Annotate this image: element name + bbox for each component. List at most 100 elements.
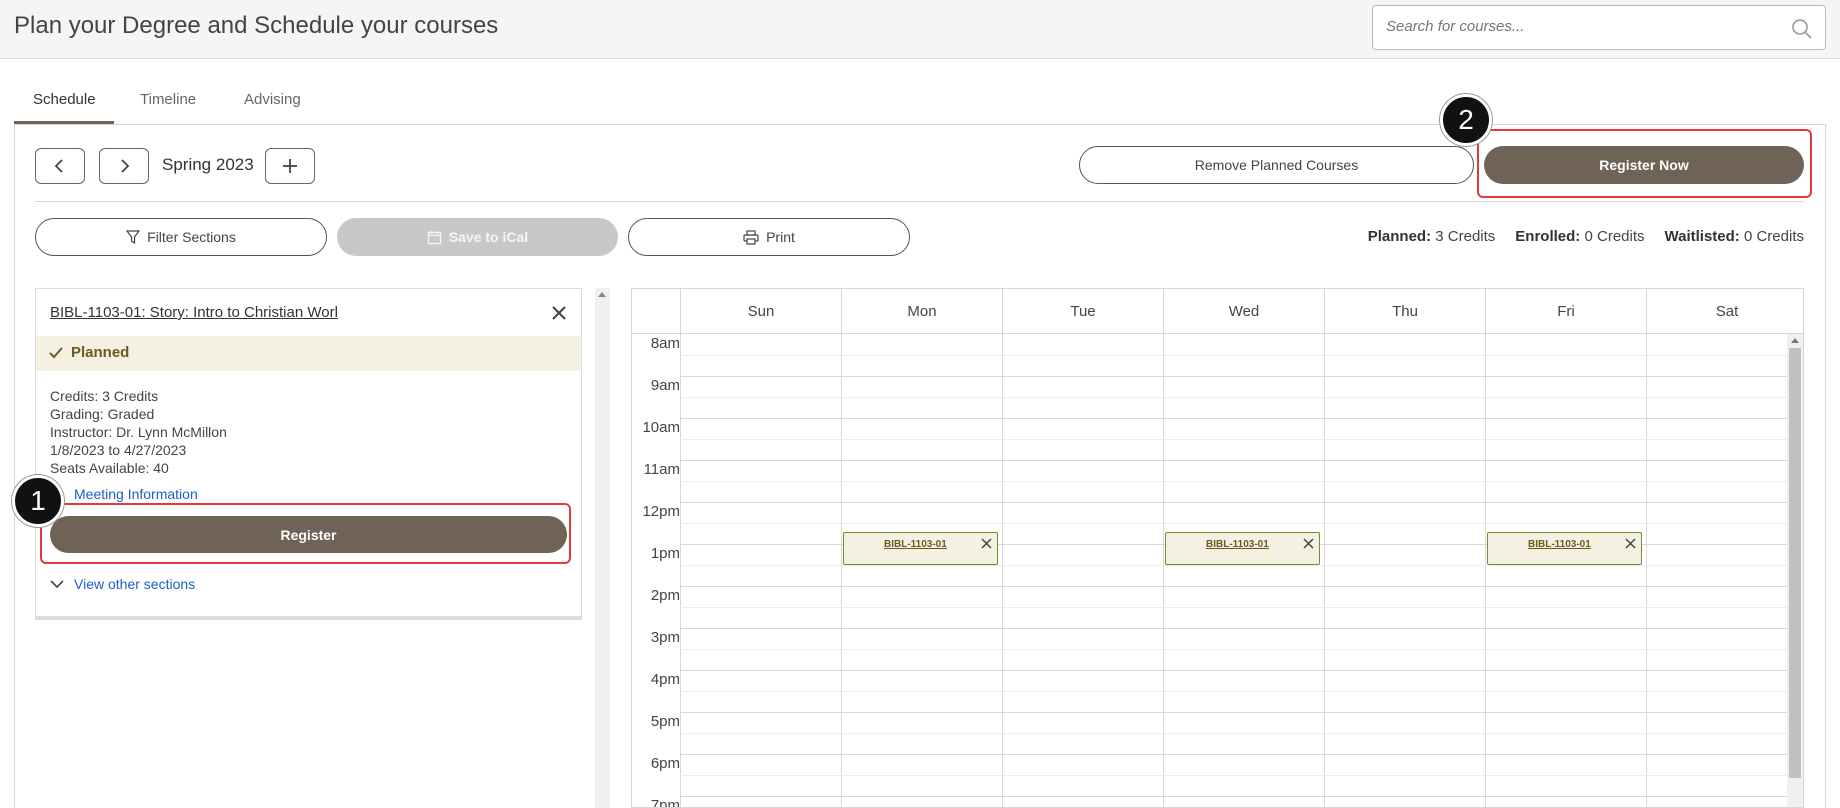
day-column-divider (1485, 334, 1486, 807)
day-column-divider (1002, 334, 1003, 807)
remove-event-icon[interactable] (981, 538, 992, 549)
hour-gridline (680, 418, 1787, 419)
callout-badge-1: 1 (12, 475, 64, 527)
event-course-link[interactable]: BIBL-1103-01 (884, 539, 947, 550)
register-now-button[interactable]: Register Now (1484, 146, 1804, 184)
half-hour-gridline (680, 691, 1787, 692)
time-label: 10am (642, 419, 680, 436)
tab-timeline[interactable]: Timeline (140, 84, 196, 124)
dates-detail: 1/8/2023 to 4/27/2023 (50, 442, 187, 458)
term-label: Spring 2023 (162, 155, 254, 174)
close-icon[interactable] (549, 303, 569, 323)
toolbar-divider (35, 201, 1804, 202)
page-title: Plan your Degree and Schedule your cours… (14, 12, 499, 39)
calendar-header: Sun Mon Tue Wed Thu Fri Sat (632, 289, 1803, 334)
add-term-button[interactable] (265, 148, 315, 184)
course-card: BIBL-1103-01: Story: Intro to Christian … (35, 288, 582, 620)
course-title-link[interactable]: BIBL-1103-01: Story: Intro to Christian … (50, 304, 338, 321)
half-hour-gridline (680, 439, 1787, 440)
scroll-up-icon[interactable] (598, 292, 606, 297)
time-label: 6pm (650, 755, 680, 772)
save-to-ical-button[interactable]: Save to iCal (337, 218, 618, 256)
chevron-down-icon[interactable] (50, 579, 64, 589)
time-label: 7pm (650, 797, 680, 808)
half-hour-gridline (680, 649, 1787, 650)
search-box[interactable] (1372, 5, 1826, 50)
remove-planned-courses-button[interactable]: Remove Planned Courses (1079, 146, 1474, 184)
hour-gridline (680, 502, 1787, 503)
hour-gridline (680, 460, 1787, 461)
hour-gridline (680, 376, 1787, 377)
day-column-divider (1646, 334, 1647, 807)
scroll-up-icon[interactable] (1791, 338, 1799, 343)
day-column-divider (1324, 334, 1325, 807)
search-input[interactable] (1386, 18, 1766, 35)
hour-gridline (680, 586, 1787, 587)
sidebar-scrollbar[interactable] (595, 288, 610, 808)
day-header-sun: Sun (680, 289, 841, 334)
time-label: 3pm (650, 629, 680, 646)
remove-event-icon[interactable] (1303, 538, 1314, 549)
day-header-mon: Mon (841, 289, 1002, 334)
tab-schedule[interactable]: Schedule (14, 84, 114, 124)
time-label: 5pm (650, 713, 680, 730)
filter-sections-button[interactable]: Filter Sections (35, 218, 327, 256)
search-icon[interactable] (1791, 18, 1813, 40)
half-hour-gridline (680, 733, 1787, 734)
calendar-event[interactable]: BIBL-1103-01 (843, 532, 998, 565)
planned-status-bar: Planned (36, 336, 581, 371)
chevron-left-icon (54, 159, 63, 173)
half-hour-gridline (680, 355, 1787, 356)
hour-gridline (680, 754, 1787, 755)
previous-term-button[interactable] (35, 148, 85, 184)
planned-credits: Planned: 3 Credits (1367, 228, 1496, 245)
calendar-event[interactable]: BIBL-1103-01 (1165, 532, 1320, 565)
time-label: 9am (650, 377, 680, 394)
time-label: 11am (643, 461, 680, 478)
hour-gridline (680, 628, 1787, 629)
half-hour-gridline (680, 565, 1787, 566)
tab-advising[interactable]: Advising (244, 84, 301, 124)
credits-detail: Credits: 3 Credits (50, 388, 159, 404)
calendar-scrollbar[interactable] (1787, 334, 1803, 807)
time-label: 8am (650, 335, 680, 352)
next-term-button[interactable] (99, 148, 149, 184)
half-hour-gridline (680, 397, 1787, 398)
day-header-thu: Thu (1324, 289, 1485, 334)
grading-detail: Grading: Graded (50, 406, 155, 422)
time-label: 12pm (642, 503, 680, 520)
time-label: 4pm (650, 671, 680, 688)
waitlisted-credits: Waitlisted: 0 Credits (1664, 228, 1804, 245)
day-column-divider (680, 334, 681, 807)
checkmark-icon (49, 347, 63, 359)
printer-icon (743, 229, 759, 245)
event-course-link[interactable]: BIBL-1103-01 (1206, 539, 1269, 550)
hour-gridline (680, 670, 1787, 671)
remove-event-icon[interactable] (1625, 538, 1636, 549)
print-button[interactable]: Print (628, 218, 910, 256)
course-details: Credits: 3 Credits Grading: Graded Instr… (50, 387, 227, 477)
half-hour-gridline (680, 481, 1787, 482)
scrollbar-thumb[interactable] (1789, 348, 1801, 778)
callout-highlight-register (40, 503, 571, 564)
meeting-information-link[interactable]: Meeting Information (74, 486, 198, 502)
chevron-right-icon (121, 159, 130, 173)
day-header-wed: Wed (1163, 289, 1324, 334)
plus-icon (283, 159, 297, 173)
enrolled-credits: Enrolled: 0 Credits (1515, 228, 1645, 245)
hour-gridline (680, 712, 1787, 713)
half-hour-gridline (680, 775, 1787, 776)
view-other-sections-link[interactable]: View other sections (74, 576, 195, 592)
half-hour-gridline (680, 607, 1787, 608)
seats-detail: Seats Available: 40 (50, 460, 169, 476)
callout-badge-2: 2 (1440, 94, 1492, 146)
weekly-calendar: Sun Mon Tue Wed Thu Fri Sat 8am 9am 10am 11am 12pm… (631, 288, 1804, 808)
status-label: Planned (71, 344, 130, 361)
calendar-event[interactable]: BIBL-1103-01 (1487, 532, 1642, 565)
day-header-sat: Sat (1646, 289, 1803, 334)
day-header-tue: Tue (1002, 289, 1163, 334)
day-column-divider (841, 334, 842, 807)
event-course-link[interactable]: BIBL-1103-01 (1528, 539, 1591, 550)
day-header-fri: Fri (1485, 289, 1646, 334)
time-label: 1pm (650, 545, 680, 562)
